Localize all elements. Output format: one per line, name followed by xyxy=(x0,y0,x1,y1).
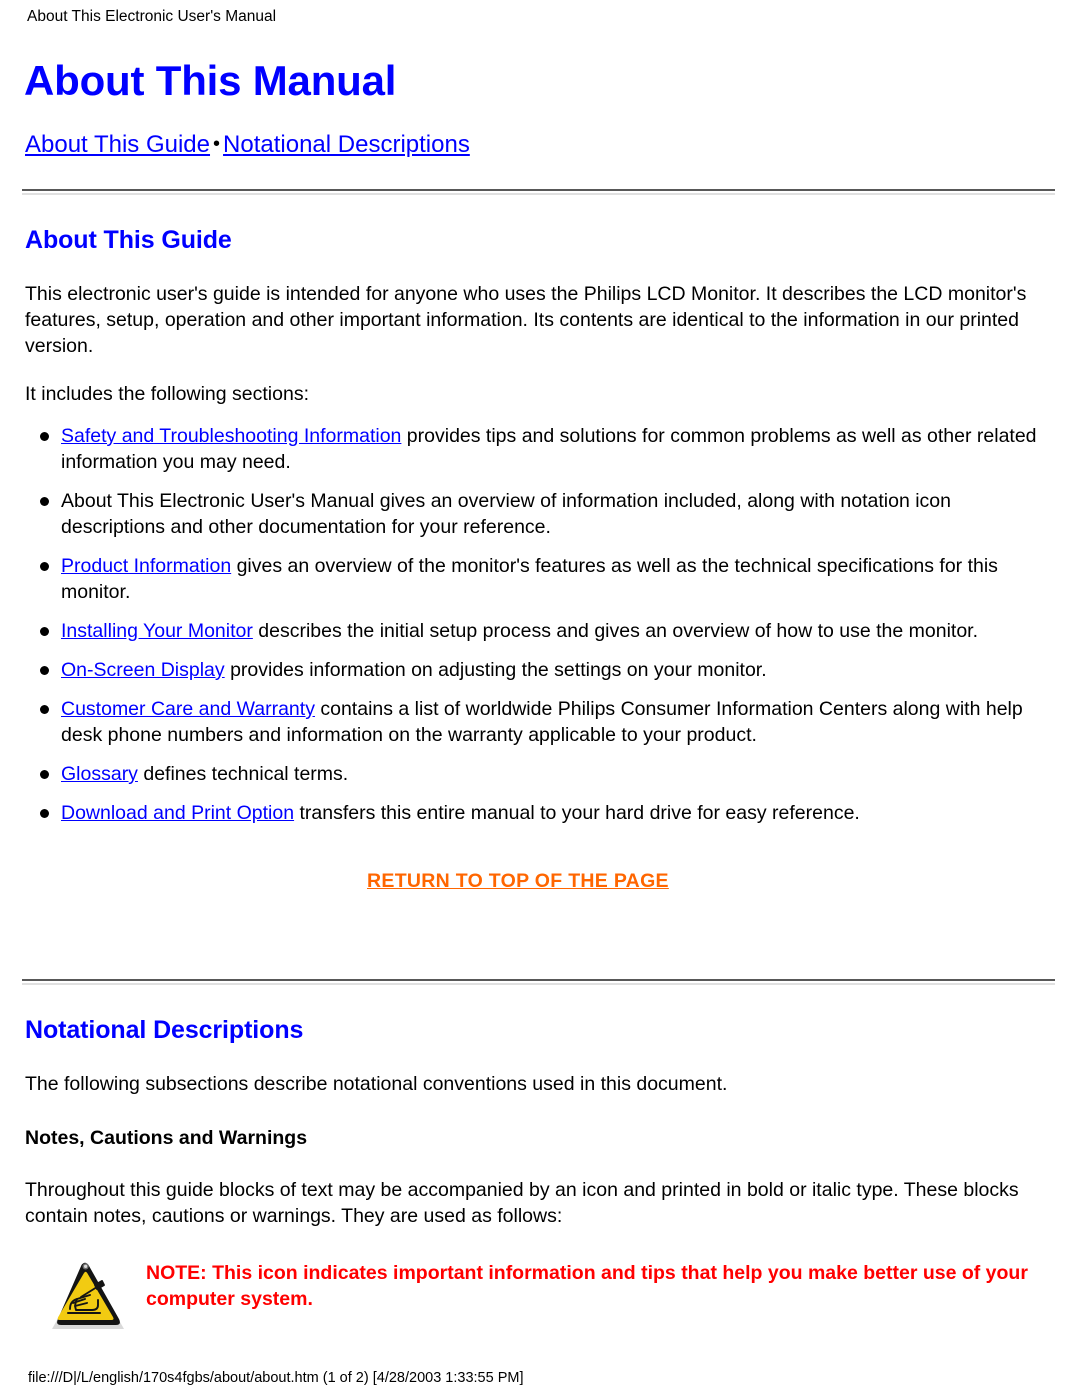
list-item-text: defines technical terms. xyxy=(137,763,349,785)
notational-intro-paragraph: The following subsections describe notat… xyxy=(25,1073,728,1095)
note-block: NOTE: This icon indicates important info… xyxy=(25,1255,1056,1351)
breadcrumb: About This Guide • Notational Descriptions xyxy=(25,130,1056,161)
bullet-icon xyxy=(40,809,49,818)
list-item: Glossary defines technical terms. xyxy=(22,761,1056,787)
divider-bottom-wrap xyxy=(22,979,1056,985)
about-guide-includes-label: It includes the following sections: xyxy=(25,383,309,405)
return-to-top-link[interactable]: RETURN TO TOP OF THE PAGE xyxy=(367,870,669,892)
list-item: Installing Your Monitor describes the in… xyxy=(22,618,1056,644)
list-item-link[interactable]: Glossary xyxy=(61,763,138,785)
list-item-text: transfers this entire manual to your har… xyxy=(294,802,860,824)
section-list: Safety and Troubleshooting Information p… xyxy=(22,423,1056,826)
list-item-text: describes the initial setup process and … xyxy=(252,620,979,642)
list-item: Product Information gives an overview of… xyxy=(22,553,1056,605)
bullet-icon xyxy=(40,432,49,441)
running-header: About This Electronic User's Manual xyxy=(27,8,277,25)
about-guide-intro-paragraph: This electronic user's guide is intended… xyxy=(25,283,1027,357)
subsection-heading-notes-cautions-warnings: Notes, Cautions and Warnings xyxy=(25,1127,308,1149)
list-item-text: About This Electronic User's Manual give… xyxy=(61,490,952,538)
warning-triangle-icon xyxy=(40,1257,130,1341)
main-content: About This Manual About This Guide • Notat… xyxy=(22,56,1056,1351)
nav-link-about-this-guide[interactable]: About This Guide xyxy=(25,131,210,158)
list-item: Download and Print Option transfers this… xyxy=(22,800,1056,826)
section-heading-about-this-guide: About This Guide xyxy=(25,226,232,254)
list-item-link[interactable]: Installing Your Monitor xyxy=(61,620,253,642)
divider-rule-1 xyxy=(22,189,1055,195)
list-item-text: provides information on adjusting the se… xyxy=(224,659,767,681)
nav-separator: • xyxy=(213,133,221,155)
list-item: Customer Care and Warranty contains a li… xyxy=(22,696,1056,748)
list-item-link[interactable]: Safety and Troubleshooting Information xyxy=(61,425,401,447)
bullet-icon xyxy=(40,705,49,714)
section-heading-notational-descriptions: Notational Descriptions xyxy=(25,1016,304,1044)
return-to-top-wrap: RETURN TO TOP OF THE PAGE xyxy=(22,870,1056,893)
divider-rule-2 xyxy=(22,979,1055,985)
notational-body-paragraph: Throughout this guide blocks of text may… xyxy=(25,1179,1019,1227)
bullet-icon xyxy=(40,627,49,636)
bullet-icon xyxy=(40,497,49,506)
bullet-icon xyxy=(40,770,49,779)
bullet-icon xyxy=(40,562,49,571)
list-item: Safety and Troubleshooting Information p… xyxy=(22,423,1056,475)
note-text: NOTE: This icon indicates important info… xyxy=(146,1262,1028,1310)
list-item-link[interactable]: Product Information xyxy=(61,555,231,577)
footer-path: file:///D|/L/english/170s4fgbs/about/abo… xyxy=(28,1370,524,1386)
list-item-link[interactable]: Download and Print Option xyxy=(61,802,294,824)
divider-top-wrap xyxy=(22,189,1056,195)
bullet-icon xyxy=(40,666,49,675)
document-page: About This Electronic User's Manual Abou… xyxy=(0,0,1080,1397)
nav-link-notational-descriptions[interactable]: Notational Descriptions xyxy=(223,131,470,158)
list-item-link[interactable]: Customer Care and Warranty xyxy=(61,698,315,720)
page-title: About This Manual xyxy=(24,57,397,104)
list-item-link[interactable]: On-Screen Display xyxy=(61,659,225,681)
list-item: About This Electronic User's Manual give… xyxy=(22,488,1056,540)
list-item: On-Screen Display provides information o… xyxy=(22,657,1056,683)
